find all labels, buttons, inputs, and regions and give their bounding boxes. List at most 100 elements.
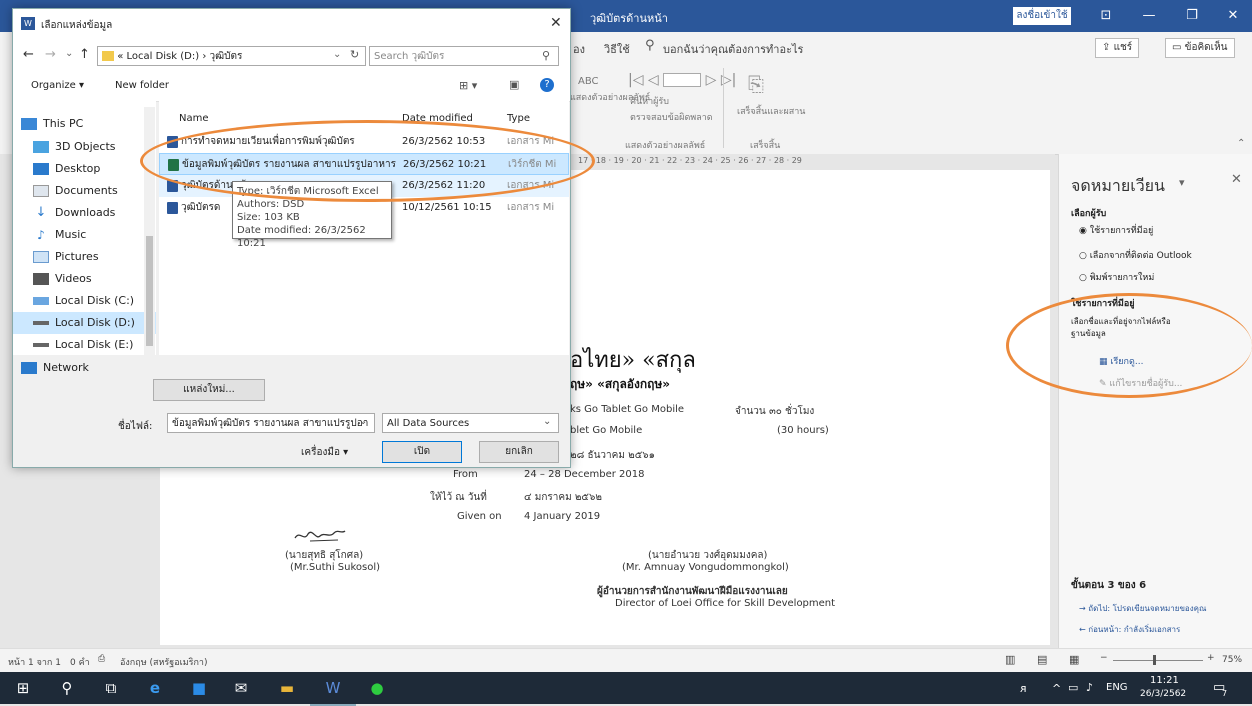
- nav-item-downloads[interactable]: ↓ Downloads: [33, 202, 116, 224]
- zoom-slider[interactable]: [1113, 660, 1203, 661]
- volume-icon[interactable]: ♪: [1086, 681, 1093, 694]
- prev-step-link[interactable]: ← ก่อนหน้า: กำลังเริ่มเอกสาร: [1079, 623, 1180, 636]
- print-layout-icon[interactable]: ▤: [1037, 653, 1047, 666]
- highlight-annotation-pane: [1006, 293, 1252, 398]
- finish-merge-label[interactable]: เสร็จสิ้นและผสาน: [737, 104, 805, 118]
- refresh-icon[interactable]: ↻: [350, 48, 359, 61]
- filetype-dropdown-icon[interactable]: ⌄: [543, 416, 551, 427]
- tools-menu[interactable]: เครื่องมือ ▾: [301, 445, 348, 460]
- start-icon[interactable]: ⊞: [0, 672, 46, 704]
- zoom-thumb[interactable]: [1153, 655, 1156, 665]
- tab-mailings[interactable]: อง: [573, 40, 585, 58]
- nav-item-pictures[interactable]: Pictures: [33, 246, 99, 268]
- preview-abc-label[interactable]: ABC: [578, 76, 599, 87]
- sign-in-button[interactable]: ลงชื่อเข้าใช้: [1013, 7, 1071, 25]
- open-button[interactable]: เปิด: [382, 441, 462, 463]
- view-options-icon[interactable]: ⊞ ▾: [459, 79, 477, 92]
- nav-item-disk-c[interactable]: Local Disk (C:): [33, 290, 134, 312]
- edge-icon[interactable]: e: [132, 672, 178, 704]
- line-app-icon[interactable]: ●: [354, 672, 400, 704]
- word-count[interactable]: 0 คำ: [70, 655, 90, 669]
- search-input[interactable]: Search วุฒิบัตร: [369, 46, 559, 66]
- zoom-level[interactable]: 75%: [1222, 655, 1242, 665]
- clock-time[interactable]: 11:21: [1150, 675, 1179, 686]
- record-nav-icons[interactable]: |◁ ◁ ▷ ▷|: [628, 72, 736, 88]
- path-folder[interactable]: วุฒิบัตร: [210, 51, 243, 62]
- share-button[interactable]: ⇪ แชร์: [1095, 38, 1140, 58]
- pictures-icon: [33, 251, 49, 263]
- zoom-out-icon[interactable]: −: [1100, 653, 1108, 663]
- new-source-button[interactable]: แหล่งใหม่...: [153, 379, 265, 401]
- nav-item-music[interactable]: ♪ Music: [33, 224, 86, 246]
- tray-up-icon[interactable]: ^: [1052, 682, 1061, 695]
- horizontal-scrollbar[interactable]: [159, 356, 569, 368]
- zoom-in-icon[interactable]: +: [1207, 653, 1215, 663]
- column-type[interactable]: Type: [507, 113, 530, 124]
- filename-dropdown-icon[interactable]: ⌄: [359, 416, 367, 427]
- back-arrow-icon[interactable]: ←: [23, 47, 34, 62]
- search-icon[interactable]: ⚲: [44, 672, 90, 704]
- downloads-icon: ↓: [35, 205, 47, 220]
- column-name[interactable]: Name: [179, 113, 209, 124]
- check-errors-label[interactable]: ตรวจสอบข้อผิดพลาด: [630, 110, 713, 124]
- doc-date-th: ๒๘ ธันวาคม ๒๕๖๑: [570, 450, 655, 461]
- address-path[interactable]: « Local Disk (D:) › วุฒิบัตร: [97, 46, 366, 66]
- help-icon[interactable]: ?: [540, 78, 554, 92]
- task-view-icon[interactable]: ⧉: [88, 672, 134, 704]
- people-icon[interactable]: ᴙ: [1020, 682, 1027, 695]
- pane-title: จดหมายเวียน: [1071, 176, 1165, 195]
- forward-arrow-icon[interactable]: →: [45, 47, 56, 62]
- nav-item-this-pc[interactable]: This PC: [21, 113, 83, 135]
- nav-item-disk-d[interactable]: Local Disk (D:): [13, 312, 156, 334]
- filetype-select[interactable]: All Data Sources: [382, 413, 559, 433]
- preview-pane-icon[interactable]: ▣: [509, 78, 519, 91]
- minimize-icon[interactable]: —: [1135, 4, 1163, 28]
- proofing-icon[interactable]: ⎙: [98, 654, 105, 664]
- page-count[interactable]: หน้า 1 จาก 1: [8, 655, 61, 669]
- ribbon-display-icon[interactable]: ⊡: [1092, 4, 1120, 28]
- word-taskbar-icon[interactable]: W: [310, 672, 356, 706]
- pane-options-icon[interactable]: ▾: [1179, 176, 1185, 189]
- taskbar: ⊞ ⚲ ⧉ e ■ ✉ ▬ W ● ᴙ ^ ▭ ♪ ENG 11:21 26/3…: [0, 672, 1252, 706]
- input-language[interactable]: ENG: [1106, 682, 1128, 693]
- clock-date[interactable]: 26/3/2562: [1140, 689, 1186, 699]
- radio-outlook[interactable]: ○ เลือกจากที่ติดต่อ Outlook: [1079, 248, 1192, 262]
- dialog-close-icon[interactable]: ✕: [550, 15, 562, 31]
- nav-item-network[interactable]: Network: [21, 357, 89, 379]
- next-step-link[interactable]: → ถัดไป: โปรดเขียนจดหมายของคุณ: [1079, 602, 1206, 615]
- new-folder-button[interactable]: New folder: [115, 80, 169, 91]
- mail-icon[interactable]: ✉: [218, 672, 264, 704]
- store-icon[interactable]: ■: [176, 672, 222, 704]
- file-explorer-icon[interactable]: ▬: [264, 672, 310, 704]
- cancel-button[interactable]: ยกเลิก: [479, 441, 559, 463]
- nav-item-desktop[interactable]: Desktop: [33, 158, 100, 180]
- pane-close-icon[interactable]: ✕: [1231, 172, 1242, 187]
- nav-item-documents[interactable]: Documents: [33, 180, 118, 202]
- search-icon[interactable]: ⚲: [542, 49, 550, 62]
- nav-item-3d-objects[interactable]: 3D Objects: [33, 136, 116, 158]
- find-recipient-label[interactable]: ค้นหาผู้รับ: [630, 94, 669, 108]
- nav-item-disk-e[interactable]: Local Disk (E:): [33, 334, 133, 356]
- radio-use-existing[interactable]: ◉ ใช้รายการที่มีอยู่: [1079, 223, 1153, 237]
- filename-input[interactable]: ข้อมูลพิมพ์วุฒิบัตร รายงานผล สาขาแปรรูปอ…: [167, 413, 375, 433]
- close-window-icon[interactable]: ✕: [1219, 4, 1247, 28]
- nav-item-videos[interactable]: Videos: [33, 268, 92, 290]
- organize-button[interactable]: Organize ▾: [31, 80, 84, 91]
- tab-help[interactable]: วิธีใช้: [604, 40, 630, 58]
- tell-me-box[interactable]: บอกฉันว่าคุณต้องการทำอะไร: [663, 40, 803, 58]
- read-mode-icon[interactable]: ▥: [1005, 653, 1015, 666]
- radio-new-list[interactable]: ○ พิมพ์รายการใหม่: [1079, 270, 1154, 284]
- up-arrow-icon[interactable]: ↑: [79, 47, 90, 62]
- recent-chevron-icon[interactable]: ⌄: [65, 48, 73, 59]
- web-layout-icon[interactable]: ▦: [1069, 653, 1079, 666]
- language-indicator[interactable]: อังกฤษ (สหรัฐอเมริกา): [120, 655, 208, 669]
- collapse-ribbon-icon[interactable]: ⌃: [1237, 138, 1245, 149]
- restore-icon[interactable]: ❐: [1178, 4, 1206, 28]
- path-dropdown-icon[interactable]: ⌄: [333, 49, 341, 60]
- path-drive[interactable]: Local Disk (D:): [126, 51, 199, 62]
- finish-merge-icon[interactable]: ⎘: [748, 72, 764, 96]
- nav-scrollbar-thumb[interactable]: [146, 236, 153, 346]
- network-tray-icon[interactable]: ▭: [1068, 681, 1078, 694]
- sig1-name-en: (Mr.Suthi Sukosol): [290, 562, 381, 573]
- comments-button[interactable]: ▭ ข้อคิดเห็น: [1165, 38, 1235, 58]
